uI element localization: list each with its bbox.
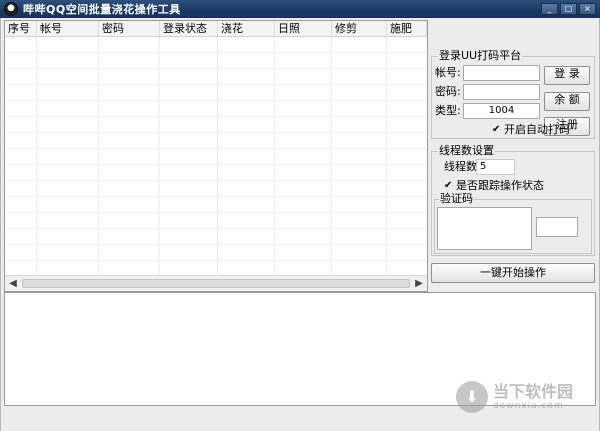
track-status-label: 是否跟踪操作状态 [456, 179, 544, 192]
account-label: 帐号: [435, 66, 461, 79]
qq-penguin-icon [4, 2, 18, 16]
column-index[interactable]: 序号 [5, 21, 37, 36]
captcha-input[interactable] [536, 217, 578, 237]
download-arrow-icon: ⬇ [456, 381, 488, 413]
login-button[interactable]: 登 录 [544, 66, 590, 85]
thread-count-label: 线程数 [444, 160, 477, 173]
watermark: ⬇ 当下软件园 downxia.com [456, 381, 573, 413]
checkmark-icon: ✔ [492, 124, 501, 135]
column-fertilize[interactable]: 施肥 [387, 21, 427, 36]
list-header: 序号 帐号 密码 登录状态 浇花 日照 修剪 施肥 [5, 21, 427, 37]
column-sunshine[interactable]: 日照 [275, 21, 332, 36]
type-input[interactable]: 1004 [463, 103, 540, 119]
auto-captcha-checkbox[interactable]: ✔ 开启自动打码 [492, 123, 570, 137]
close-button[interactable]: × [579, 3, 596, 15]
password-label: 密码: [435, 85, 461, 98]
thread-settings-title: 线程数设置 [438, 144, 495, 158]
list-grid [5, 37, 427, 275]
column-pruning[interactable]: 修剪 [332, 21, 387, 36]
window-title: 哔哔QQ空间批量浇花操作工具 [23, 3, 181, 16]
captcha-platform-title: 登录UU打码平台 [438, 49, 523, 63]
checkmark-icon: ✔ [444, 180, 453, 191]
captcha-image [437, 207, 532, 250]
password-input[interactable] [463, 84, 540, 100]
window-controls: _ □ × [541, 3, 596, 15]
scroll-left-icon[interactable]: ◀ [5, 276, 21, 291]
watermark-title: 当下软件园 [493, 382, 574, 401]
auto-captcha-label: 开启自动打码 [504, 123, 570, 136]
column-account[interactable]: 帐号 [37, 21, 99, 36]
thread-count-input[interactable]: 5 [476, 159, 515, 175]
minimize-button[interactable]: _ [541, 3, 558, 15]
account-list[interactable]: 序号 帐号 密码 登录状态 浇花 日照 修剪 施肥 ◀ ▶ [4, 20, 428, 292]
verify-code-group: 验证码 [434, 192, 592, 254]
start-operation-button[interactable]: 一键开始操作 [431, 263, 595, 283]
column-login-status[interactable]: 登录状态 [160, 21, 218, 36]
maximize-button[interactable]: □ [560, 3, 577, 15]
scroll-thumb[interactable] [22, 279, 410, 288]
horizontal-scrollbar[interactable]: ◀ ▶ [5, 275, 427, 291]
track-status-checkbox[interactable]: ✔ 是否跟踪操作状态 [444, 179, 544, 193]
column-watering[interactable]: 浇花 [218, 21, 275, 36]
column-password[interactable]: 密码 [99, 21, 160, 36]
account-input[interactable] [463, 65, 540, 81]
title-bar: 哔哔QQ空间批量浇花操作工具 _ □ × [0, 0, 600, 18]
thread-settings-group: 线程数设置 线程数 5 ✔ 是否跟踪操作状态 验证码 [431, 144, 595, 256]
balance-button[interactable]: 余 额 [544, 92, 590, 111]
captcha-platform-group: 登录UU打码平台 帐号: 密码: 类型: 1004 登 录 余 额 注册 ✔ 开… [431, 49, 595, 139]
main-window: 序号 帐号 密码 登录状态 浇花 日照 修剪 施肥 ◀ ▶ 登录UU打码平台 帐… [0, 18, 600, 431]
scroll-right-icon[interactable]: ▶ [411, 276, 427, 291]
type-label: 类型: [435, 104, 461, 117]
verify-code-title: 验证码 [439, 192, 474, 206]
watermark-url: downxia.com [493, 401, 564, 411]
